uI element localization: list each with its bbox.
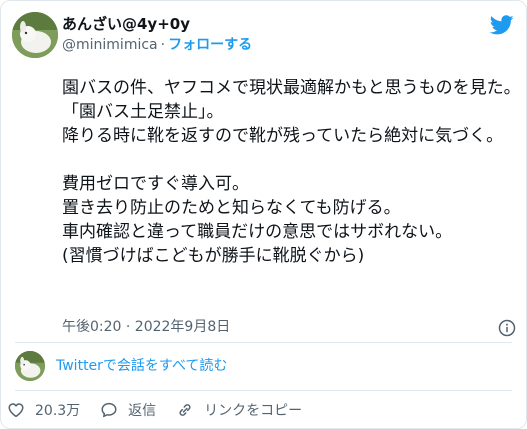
action-bar: 20.3万 返信 リンクをコピー xyxy=(7,399,322,421)
separator-dot: · xyxy=(160,37,166,53)
info-icon[interactable] xyxy=(498,319,516,337)
heart-icon xyxy=(8,403,24,418)
twitter-bird-icon[interactable] xyxy=(490,13,514,37)
user-info: あんざい@4y+0y @minimimica · フォローする xyxy=(62,15,252,55)
handle-row: @minimimica · フォローする xyxy=(62,36,252,55)
like-count: 20.3万 xyxy=(35,403,81,419)
follow-button[interactable]: フォローする xyxy=(168,37,252,53)
avatar-image xyxy=(15,351,45,381)
mini-avatar xyxy=(15,351,45,381)
avatar-image xyxy=(12,12,58,58)
speech-bubble-icon xyxy=(101,402,117,418)
divider xyxy=(15,390,512,391)
read-conversation-label[interactable]: Twitterで会話をすべて読む xyxy=(56,357,227,376)
read-conversation-link[interactable]: Twitterで会話をすべて読む xyxy=(15,350,227,382)
copy-link-button[interactable]: リンクをコピー xyxy=(176,400,302,420)
handle[interactable]: @minimimica xyxy=(62,37,158,53)
tweet-timestamp[interactable]: 午後0:20 · 2022年9月8日 xyxy=(62,318,230,337)
divider xyxy=(15,342,512,343)
display-name[interactable]: あんざい@4y+0y xyxy=(62,15,252,34)
copy-link-label: リンクをコピー xyxy=(204,403,303,419)
tweet-text: 園バスの件、ヤフコメで現状最適解かもと思うものを見た。 「園バス土足禁止」。 降… xyxy=(62,78,521,266)
reply-button[interactable]: 返信 xyxy=(100,400,156,420)
avatar[interactable] xyxy=(12,12,58,58)
reply-label: 返信 xyxy=(128,403,157,419)
tweet-card: あんざい@4y+0y @minimimica · フォローする 園バスの件、ヤフコメ… xyxy=(0,0,527,429)
link-icon xyxy=(179,404,191,416)
like-button[interactable]: 20.3万 xyxy=(7,400,80,420)
